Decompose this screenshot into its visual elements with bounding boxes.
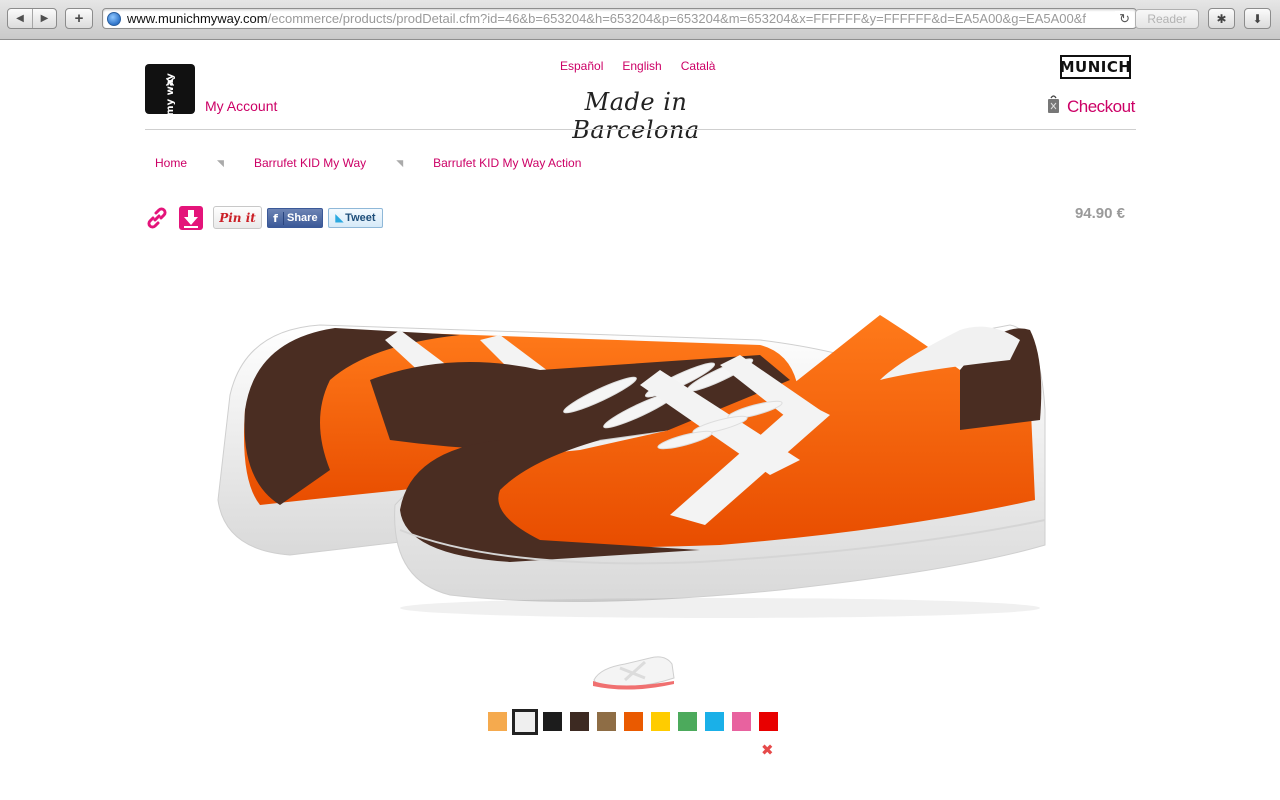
- my-account-link[interactable]: My Account: [205, 98, 277, 114]
- breadcrumb-category[interactable]: Barrufet KID My Way: [254, 156, 366, 170]
- logo-text: my way: [164, 73, 176, 116]
- language-spanish-link[interactable]: Español: [560, 59, 603, 73]
- reload-icon[interactable]: ↻: [1115, 11, 1130, 27]
- reader-button[interactable]: Reader: [1135, 9, 1199, 29]
- download-icon[interactable]: [179, 206, 203, 230]
- color-swatch[interactable]: [597, 712, 616, 731]
- plus-icon: +: [74, 10, 84, 27]
- color-swatch[interactable]: [543, 712, 562, 731]
- checkout-link[interactable]: Checkout: [1067, 97, 1135, 117]
- color-swatch[interactable]: [624, 712, 643, 731]
- pinterest-button[interactable]: Pin it: [213, 206, 262, 229]
- product-thumbnail[interactable]: [590, 650, 678, 692]
- color-swatches: [488, 708, 778, 735]
- breadcrumb-product[interactable]: Barrufet KID My Way Action: [433, 156, 581, 170]
- tweet-label: Tweet: [345, 212, 376, 224]
- product-image: [217, 315, 1046, 618]
- downloads-button[interactable]: ⬇: [1244, 8, 1271, 29]
- add-bookmark-button[interactable]: +: [65, 8, 93, 29]
- forward-arrow-icon[interactable]: ▶: [32, 9, 56, 28]
- tagline: Made in Barcelona: [572, 88, 700, 144]
- close-icon[interactable]: ✖: [761, 741, 774, 759]
- facebook-share-button[interactable]: f Share: [267, 208, 323, 228]
- breadcrumb-separator-icon: ◥: [396, 157, 404, 168]
- breadcrumb-separator-icon: ◥: [217, 157, 224, 168]
- breadcrumb: Home ◥ Barrufet KID My Way ◥ Barrufet KI…: [155, 156, 581, 170]
- color-swatch[interactable]: [705, 712, 724, 731]
- gear-icon: ✱: [1216, 11, 1227, 26]
- tweet-button[interactable]: ◣ Tweet: [328, 208, 383, 228]
- munich-logo[interactable]: MUNICH: [1060, 55, 1131, 79]
- url-path: /ecommerce/products/prodDetail.cfm?id=46…: [267, 11, 1087, 26]
- address-bar[interactable]: www.munichmyway.com/ecommerce/products/p…: [102, 8, 1137, 29]
- extension-button[interactable]: ✱: [1208, 8, 1235, 29]
- header-divider: [145, 129, 1136, 130]
- back-arrow-icon[interactable]: ◀: [8, 9, 32, 28]
- color-swatch[interactable]: [732, 712, 751, 731]
- url-host: www.munichmyway.com: [127, 11, 268, 26]
- product-price: 94.90 €: [1074, 205, 1125, 222]
- language-catalan-link[interactable]: Català: [681, 59, 716, 73]
- back-forward-buttons: ◀ ▶: [7, 8, 57, 29]
- color-swatch[interactable]: [678, 712, 697, 731]
- language-selector: Español English Català: [560, 59, 715, 73]
- language-english-link[interactable]: English: [622, 59, 661, 73]
- twitter-bird-icon: ◣: [335, 212, 344, 224]
- color-swatch[interactable]: [651, 712, 670, 731]
- facebook-share-label: Share: [287, 212, 318, 224]
- browser-toolbar: ◀ ▶ + www.munichmyway.com/ecommerce/prod…: [0, 0, 1280, 40]
- breadcrumb-home[interactable]: Home: [155, 156, 187, 170]
- link-icon[interactable]: [145, 206, 169, 230]
- color-swatch[interactable]: [512, 708, 538, 735]
- download-icon: ⬇: [1252, 11, 1263, 26]
- facebook-icon: f: [268, 211, 284, 225]
- color-swatch[interactable]: [570, 712, 589, 731]
- url-text: www.munichmyway.com/ecommerce/products/p…: [127, 11, 1086, 26]
- globe-icon: [107, 11, 121, 26]
- myway-logo[interactable]: ✕ my way: [145, 64, 195, 116]
- color-swatch[interactable]: [488, 712, 507, 731]
- shopping-bag-icon[interactable]: [1047, 94, 1060, 114]
- color-swatch[interactable]: [759, 712, 778, 731]
